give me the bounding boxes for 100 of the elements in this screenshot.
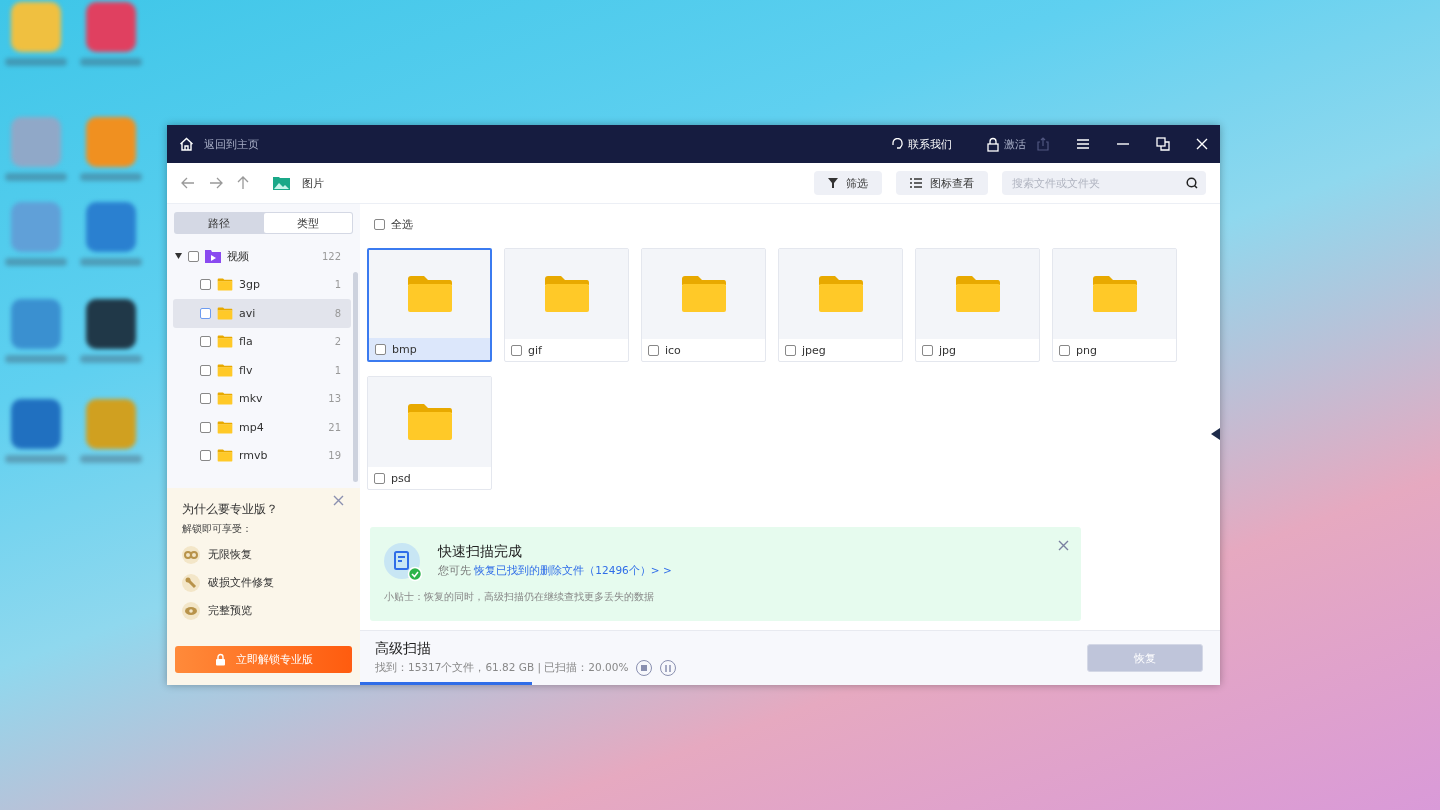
- promo-title: 为什么要专业版？: [182, 501, 279, 518]
- desktop-icon-label: [80, 58, 142, 66]
- home-icon[interactable]: [179, 137, 194, 151]
- tree-item-label: mkv: [239, 392, 264, 406]
- view-mode-button[interactable]: 图标查看: [896, 171, 988, 195]
- tree-item[interactable]: mp4 21: [173, 413, 351, 442]
- item-count: 19: [328, 450, 341, 462]
- tree-item[interactable]: mkv 13: [173, 384, 351, 413]
- item-count: 2: [334, 336, 341, 348]
- recover-files-link[interactable]: 恢复已找到的删除文件（12496个）> >: [474, 564, 672, 576]
- checkbox[interactable]: [200, 364, 211, 376]
- folder-card[interactable]: bmp: [367, 248, 492, 362]
- feature-icon: [182, 602, 200, 620]
- feature-icon: [182, 546, 200, 564]
- checkbox[interactable]: [200, 393, 211, 405]
- feature-icon: [182, 574, 200, 592]
- tree-item[interactable]: 视频 122: [167, 242, 351, 271]
- tip-text: 小贴士：恢复的同时，高级扫描仍在继续查找更多丢失的数据: [384, 591, 655, 604]
- activate-button[interactable]: 激活: [986, 136, 1026, 152]
- checkbox[interactable]: [922, 344, 933, 356]
- promo-subtitle: 解锁即可享受：: [182, 522, 253, 536]
- folder-icon: [217, 278, 233, 292]
- folder-card[interactable]: gif: [504, 248, 629, 362]
- desktop-icon-label: [80, 355, 142, 363]
- close-icon[interactable]: [1196, 138, 1208, 150]
- filter-icon: [828, 178, 838, 188]
- tree-item-label: avi: [239, 306, 257, 320]
- scrollbar[interactable]: [353, 272, 358, 482]
- folder-card[interactable]: jpg: [915, 248, 1040, 362]
- checkbox[interactable]: [375, 343, 386, 355]
- up-arrow-icon[interactable]: [237, 176, 249, 190]
- checkbox[interactable]: [374, 472, 385, 484]
- collapse-arrow-icon[interactable]: [1211, 428, 1220, 440]
- folder-card[interactable]: ico: [641, 248, 766, 362]
- folder-icon: [679, 275, 728, 313]
- feature-label: 完整预览: [208, 604, 252, 618]
- lock-icon: [214, 653, 226, 666]
- expand-caret-icon[interactable]: [175, 253, 182, 260]
- search-icon[interactable]: [1186, 177, 1198, 189]
- filter-button[interactable]: 筛选: [814, 171, 882, 195]
- desktop-icon[interactable]: [11, 399, 61, 449]
- banner-title: 快速扫描完成: [438, 543, 523, 561]
- pause-icon: [665, 664, 672, 672]
- minimize-icon[interactable]: [1116, 143, 1130, 145]
- desktop-icon-label: [5, 58, 67, 66]
- folder-icon: [542, 275, 591, 313]
- tree-item[interactable]: 3gp 1: [173, 270, 351, 299]
- video-folder-icon: [205, 249, 221, 263]
- item-count: 21: [328, 421, 341, 433]
- scan-title: 高级扫描: [375, 640, 432, 658]
- headset-icon: [891, 138, 904, 150]
- checkbox[interactable]: [188, 250, 199, 262]
- tree-item[interactable]: avi 8: [173, 299, 351, 328]
- forward-arrow-icon[interactable]: [209, 177, 223, 189]
- desktop-icon-label: [80, 455, 142, 463]
- folder-card[interactable]: png: [1052, 248, 1177, 362]
- sidebar-tab[interactable]: 路径: [175, 213, 264, 233]
- desktop-icon-label: [80, 173, 142, 181]
- desktop-icon[interactable]: [86, 299, 136, 349]
- tree-item[interactable]: rmvb 19: [173, 441, 351, 470]
- folder-icon: [816, 275, 865, 313]
- folder-card[interactable]: psd: [367, 376, 492, 490]
- folder-icon: [953, 275, 1002, 313]
- tree-item[interactable]: fla 2: [173, 327, 351, 356]
- desktop-icon[interactable]: [86, 202, 136, 252]
- tree-item-label: 视频: [227, 248, 250, 264]
- desktop-icon-label: [5, 258, 67, 266]
- folder-name: ico: [665, 343, 681, 357]
- checkbox[interactable]: [648, 344, 659, 356]
- desktop-icon-label: [5, 355, 67, 363]
- checkbox[interactable]: [511, 344, 522, 356]
- checkbox[interactable]: [785, 344, 796, 356]
- picture-folder-icon: [273, 176, 290, 190]
- checkbox[interactable]: [200, 336, 211, 348]
- sidebar-tab[interactable]: 类型: [263, 213, 352, 233]
- folder-name: jpeg: [802, 343, 826, 357]
- back-to-home-link[interactable]: 返回到主页: [204, 136, 259, 152]
- folder-name: bmp: [392, 342, 417, 356]
- restore-icon[interactable]: [1156, 137, 1170, 151]
- checkbox[interactable]: [1059, 344, 1070, 356]
- folder-card[interactable]: jpeg: [778, 248, 903, 362]
- banner-message: 您可先 恢复已找到的删除文件（12496个）> >: [438, 564, 672, 578]
- tree-item-label: 3gp: [239, 278, 261, 292]
- menu-icon[interactable]: [1076, 138, 1090, 150]
- contact-button[interactable]: 联系我们: [891, 136, 952, 152]
- tree-item-label: fla: [239, 335, 254, 349]
- item-count: 122: [321, 250, 341, 262]
- folder-icon: [1090, 275, 1139, 313]
- tree-item[interactable]: flv 1: [173, 356, 351, 385]
- checkbox[interactable]: [200, 450, 211, 462]
- select-all-label[interactable]: 全选: [391, 216, 413, 232]
- folder-icon: [217, 306, 233, 320]
- folder-name: psd: [391, 471, 411, 485]
- checkbox[interactable]: [374, 218, 385, 230]
- checkbox[interactable]: [200, 279, 211, 291]
- document-check-icon: [384, 543, 424, 583]
- back-arrow-icon[interactable]: [181, 177, 195, 189]
- share-icon[interactable]: [1036, 137, 1050, 151]
- checkbox[interactable]: [200, 421, 211, 433]
- checkbox[interactable]: [200, 307, 211, 319]
